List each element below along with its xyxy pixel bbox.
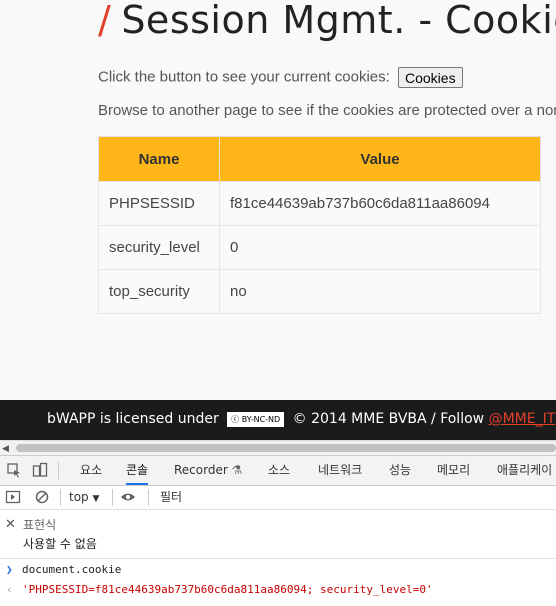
table-row: top_security no bbox=[98, 269, 541, 314]
page-title-text: Session Mgmt. - Cookies bbox=[121, 0, 556, 42]
tab-performance[interactable]: 성능 bbox=[389, 456, 411, 485]
footer-text: bWAPP is licensed under ⓒ BY-NC-ND © 201… bbox=[47, 411, 555, 427]
devtools-tabbar: 요소 콘솔 Recorder ⚗ 소스 네트워크 성능 메모리 애플리케이 bbox=[0, 456, 556, 486]
scroll-left-icon[interactable]: ◀ bbox=[2, 443, 9, 454]
console-result-line: ‹ 'PHPSESSID=f81ce44639ab737b60c6da811aa… bbox=[0, 580, 556, 600]
cc-icon: ⓒ bbox=[231, 414, 240, 424]
cc-badge-text: BY-NC-ND bbox=[241, 414, 281, 424]
table-row: PHPSESSID f81ce44639ab737b60c6da811aa860… bbox=[98, 181, 541, 226]
tab-elements[interactable]: 요소 bbox=[80, 456, 102, 485]
cookies-table: Name Value PHPSESSID f81ce44639ab737b60c… bbox=[98, 136, 541, 314]
cookies-button[interactable]: Cookies bbox=[397, 67, 463, 88]
table-row: security_level 0 bbox=[98, 225, 541, 270]
console-result-text[interactable]: 'PHPSESSID=f81ce44639ab737b60c6da811aa86… bbox=[22, 583, 433, 596]
prompt-arrow-icon: ❯ bbox=[6, 563, 13, 576]
twitter-link[interactable]: @MME_IT bbox=[489, 411, 556, 427]
cookie-name: top_security bbox=[98, 269, 220, 314]
filterbar-divider bbox=[60, 489, 61, 506]
cookie-name: security_level bbox=[98, 225, 220, 270]
live-expression-value: 사용할 수 없음 bbox=[23, 537, 97, 551]
clear-console-icon[interactable] bbox=[34, 489, 50, 505]
browse-text: Browse to another page to see if the coo… bbox=[98, 102, 556, 119]
tabbar-divider bbox=[58, 462, 59, 479]
tab-network[interactable]: 네트워크 bbox=[318, 456, 362, 485]
tab-recorder[interactable]: Recorder ⚗ bbox=[174, 456, 242, 485]
cookie-name: PHPSESSID bbox=[98, 181, 220, 226]
table-header-row: Name Value bbox=[98, 136, 541, 182]
tab-console[interactable]: 콘솔 bbox=[126, 456, 149, 485]
flask-icon: ⚗ bbox=[231, 463, 243, 477]
device-toolbar-icon[interactable] bbox=[32, 462, 48, 478]
context-select-value: top bbox=[69, 490, 89, 504]
instruction-text: Click the button to see your current coo… bbox=[98, 68, 390, 86]
footer-copyright: © 2014 MME BVBA / Follow bbox=[292, 411, 485, 427]
filterbar-divider bbox=[148, 489, 149, 506]
console-input-text: document.cookie bbox=[22, 563, 122, 576]
filterbar-divider bbox=[112, 489, 113, 506]
context-select[interactable]: top ▼ bbox=[69, 490, 99, 504]
cookie-value: 0 bbox=[219, 225, 541, 270]
cookie-value: no bbox=[219, 269, 541, 314]
live-expression-title: 표현식 bbox=[23, 518, 57, 532]
sidebar-toggle-icon[interactable] bbox=[5, 489, 21, 505]
footer-licensed-text: bWAPP is licensed under bbox=[47, 411, 219, 427]
tab-recorder-label: Recorder bbox=[174, 463, 228, 477]
horizontal-scrollbar[interactable]: ◀ bbox=[0, 440, 556, 455]
header-value: Value bbox=[219, 136, 541, 182]
footer: bWAPP is licensed under ⓒ BY-NC-ND © 201… bbox=[0, 400, 556, 440]
scrollbar-thumb[interactable] bbox=[16, 444, 556, 452]
cc-license-badge[interactable]: ⓒ BY-NC-ND bbox=[227, 411, 285, 427]
inspect-element-icon[interactable] bbox=[6, 462, 22, 478]
live-expression: ✕ 표현식 사용할 수 없음 bbox=[0, 510, 556, 559]
chevron-down-icon: ▼ bbox=[92, 494, 100, 504]
instruction-row: Click the button to see your current coo… bbox=[98, 67, 463, 88]
title-slash: / bbox=[98, 0, 112, 42]
page-content: / Session Mgmt. - Cookies Click the butto… bbox=[0, 0, 556, 400]
console-input-line: ❯ document.cookie bbox=[0, 560, 556, 580]
console-filter-bar: top ▼ bbox=[0, 486, 556, 510]
console-filter-input[interactable] bbox=[160, 489, 550, 505]
eye-icon[interactable] bbox=[120, 489, 136, 505]
tab-memory[interactable]: 메모리 bbox=[437, 456, 470, 485]
close-icon[interactable]: ✕ bbox=[5, 517, 16, 532]
tab-application[interactable]: 애플리케이 bbox=[497, 456, 552, 485]
page-title: / Session Mgmt. - Cookies bbox=[98, 0, 556, 42]
tab-sources[interactable]: 소스 bbox=[268, 456, 290, 485]
devtools-panel: 요소 콘솔 Recorder ⚗ 소스 네트워크 성능 메모리 애플리케이 to… bbox=[0, 455, 556, 606]
cookie-value: f81ce44639ab737b60c6da811aa86094 bbox=[219, 181, 541, 226]
return-arrow-icon: ‹ bbox=[6, 583, 13, 596]
header-name: Name bbox=[98, 136, 220, 182]
